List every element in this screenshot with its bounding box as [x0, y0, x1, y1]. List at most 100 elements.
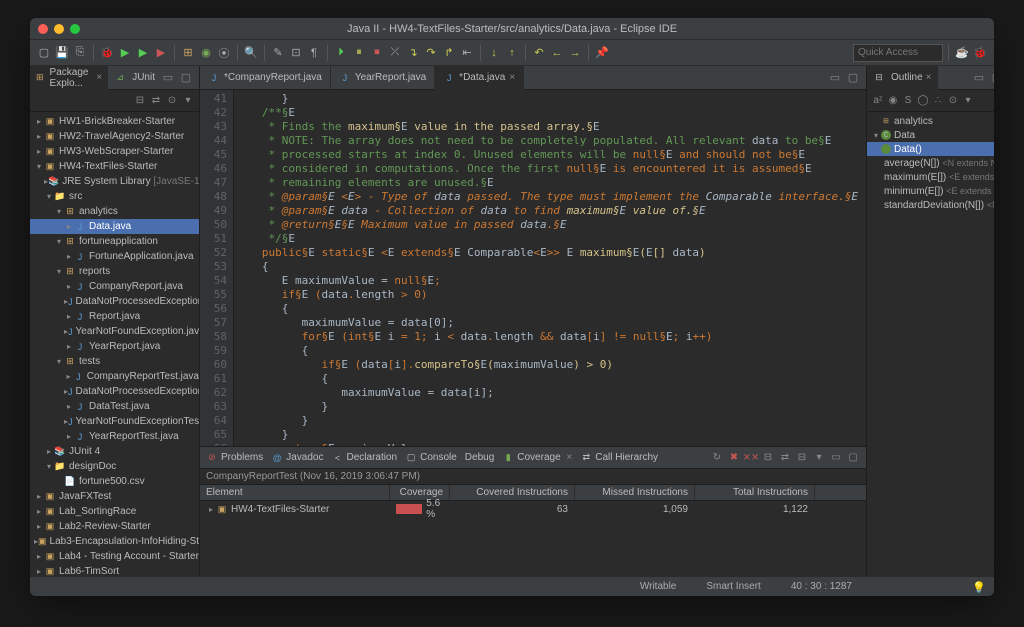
bottom-panel: ⊘Problems @Javadoc <Declaration ▢Console… — [200, 446, 866, 576]
step-into-icon[interactable]: ↴ — [405, 45, 421, 61]
remove-all-icon[interactable]: ⨯⨯ — [744, 451, 758, 465]
pin-icon[interactable]: 📌 — [594, 45, 610, 61]
project-icon: ▣ — [44, 116, 56, 128]
coverage-row[interactable]: ▸▣HW4-TextFiles-Starter 5.6 % 63 1,059 1… — [200, 501, 866, 517]
project-icon: ▣ — [44, 161, 56, 173]
tab-declaration[interactable]: <Declaration — [332, 452, 398, 464]
back-icon[interactable]: ← — [549, 45, 565, 61]
hide-static-icon[interactable]: S — [901, 94, 915, 108]
hide-local-icon[interactable]: ∴ — [931, 94, 945, 108]
focus-icon[interactable]: ⊙ — [946, 94, 960, 108]
code-area[interactable]: } /**§E * Finds the maximum§E value in t… — [234, 90, 866, 446]
window-close-icon[interactable] — [38, 24, 48, 34]
view-minimize-icon[interactable]: ▭ — [972, 71, 986, 85]
view-minimize-icon[interactable]: ▭ — [161, 71, 175, 85]
window-minimize-icon[interactable] — [54, 24, 64, 34]
code-editor[interactable]: 4142434445464748495051525354555657585960… — [200, 90, 866, 446]
step-over-icon[interactable]: ↷ — [423, 45, 439, 61]
debug-icon[interactable]: 🐞 — [99, 45, 115, 61]
hide-fields-icon[interactable]: ◉ — [886, 94, 900, 108]
new-icon[interactable]: ▢ — [36, 45, 52, 61]
link-editor-icon[interactable]: ⇄ — [149, 94, 163, 108]
window-title: Java II - HW4-TextFiles-Starter/src/anal… — [347, 23, 677, 35]
run-icon[interactable]: ▶ — [117, 45, 133, 61]
sort-icon[interactable]: aᶻ — [871, 94, 885, 108]
perspective-java-icon[interactable]: ☕ — [954, 45, 970, 61]
hide-nonpublic-icon[interactable]: ◯ — [916, 94, 930, 108]
drop-frame-icon[interactable]: ⇤ — [459, 45, 475, 61]
minimize-icon[interactable]: ▭ — [829, 451, 843, 465]
next-annotation-icon[interactable]: ↓ — [486, 45, 502, 61]
perspective-debug-icon[interactable]: 🐞 — [972, 45, 988, 61]
close-icon[interactable]: × — [564, 452, 573, 463]
new-package-icon[interactable]: ⊞ — [180, 45, 196, 61]
editor-maximize-icon[interactable]: ▢ — [846, 71, 860, 85]
toggle-ws-icon[interactable]: ¶ — [306, 45, 322, 61]
tip-icon[interactable]: 💡 — [972, 581, 984, 593]
view-menu-icon[interactable]: ▾ — [812, 451, 826, 465]
prev-annotation-icon[interactable]: ↑ — [504, 45, 520, 61]
disconnect-icon[interactable]: ⤫ — [387, 45, 403, 61]
close-icon[interactable]: × — [96, 72, 102, 83]
tab-console[interactable]: ▢Console — [405, 452, 457, 464]
view-menu-icon[interactable]: ▾ — [961, 94, 975, 108]
coverage-bar — [396, 504, 422, 514]
folder-icon: 📁 — [54, 461, 66, 473]
terminate-icon[interactable]: ⏹ — [369, 45, 385, 61]
close-icon[interactable]: × — [926, 72, 932, 83]
suspend-icon[interactable]: ⏸ — [351, 45, 367, 61]
tab-debug[interactable]: Debug — [465, 452, 494, 463]
collapse-all-icon[interactable]: ⊟ — [133, 94, 147, 108]
outline-method[interactable]: minimum(E[]) <E extends Comp — [867, 184, 994, 198]
quick-access-input[interactable]: Quick Access — [853, 44, 943, 62]
step-return-icon[interactable]: ↱ — [441, 45, 457, 61]
close-icon[interactable]: × — [509, 72, 515, 83]
view-max-icon[interactable]: ▢ — [179, 71, 193, 85]
coverage-run-icon[interactable]: ▶ — [135, 45, 151, 61]
last-edit-icon[interactable]: ↶ — [531, 45, 547, 61]
toggle-mark-icon[interactable]: ✎ — [270, 45, 286, 61]
project-tree[interactable]: ▸▣HW1-BrickBreaker-Starter ▸▣HW2-TravelA… — [30, 112, 199, 576]
java-file-icon: J — [73, 371, 84, 383]
tab-package-explorer[interactable]: ⊞ Package Explo... × — [30, 66, 108, 90]
search-icon[interactable]: 🔍 — [243, 45, 259, 61]
package-icon: ⊞ — [881, 116, 891, 126]
editor-tab[interactable]: J*Data.java× — [435, 66, 524, 90]
toggle-block-icon[interactable]: ⊡ — [288, 45, 304, 61]
save-icon[interactable]: 💾 — [54, 45, 70, 61]
new-class-icon[interactable]: ◉ — [198, 45, 214, 61]
merge-icon[interactable]: ⊟ — [761, 451, 775, 465]
relaunch-icon[interactable]: ↻ — [710, 451, 724, 465]
remove-session-icon[interactable]: ✖ — [727, 451, 741, 465]
tree-package: ▾⊞tests — [30, 354, 199, 369]
link-icon[interactable]: ⇄ — [778, 451, 792, 465]
outline-method[interactable]: standardDeviation(N[]) <N exte — [867, 198, 994, 212]
editor-tab[interactable]: JYearReport.java — [331, 66, 435, 90]
collapse-icon[interactable]: ⊟ — [795, 451, 809, 465]
tab-coverage[interactable]: ▮Coverage × — [502, 452, 572, 464]
tab-outline[interactable]: ⊟ Outline × — [867, 66, 938, 90]
tab-call-hierarchy[interactable]: ⇄Call Hierarchy — [580, 452, 658, 464]
maximize-icon[interactable]: ▢ — [846, 451, 860, 465]
window-zoom-icon[interactable] — [70, 24, 80, 34]
expand-icon[interactable]: ▸ — [206, 505, 216, 514]
tree-project: ▸▣JavaFXTest — [30, 489, 199, 504]
open-type-icon[interactable]: ⦿ — [216, 45, 232, 61]
tab-junit[interactable]: ⊿ JUnit — [108, 66, 161, 90]
save-all-icon[interactable]: ⎘ — [72, 45, 88, 61]
java-file-icon: J — [74, 401, 86, 413]
editor-tab[interactable]: J*CompanyReport.java — [200, 66, 331, 90]
focus-icon[interactable]: ⊙ — [165, 94, 179, 108]
ext-tools-icon[interactable]: ▶ — [153, 45, 169, 61]
view-menu-icon[interactable]: ▾ — [181, 94, 195, 108]
outline-method[interactable]: average(N[]) <N extends Numb — [867, 156, 994, 170]
view-max-icon[interactable]: ▢ — [990, 71, 994, 85]
tab-javadoc[interactable]: @Javadoc — [271, 452, 323, 464]
outline-constructor[interactable]: Data() — [867, 142, 994, 156]
editor-minimize-icon[interactable]: ▭ — [828, 71, 842, 85]
status-insert-mode: Smart Insert — [706, 581, 760, 592]
forward-icon[interactable]: → — [567, 45, 583, 61]
tab-problems[interactable]: ⊘Problems — [206, 452, 263, 464]
outline-method[interactable]: maximum(E[]) <E extends Com — [867, 170, 994, 184]
resume-icon[interactable]: ⏵ — [333, 45, 349, 61]
